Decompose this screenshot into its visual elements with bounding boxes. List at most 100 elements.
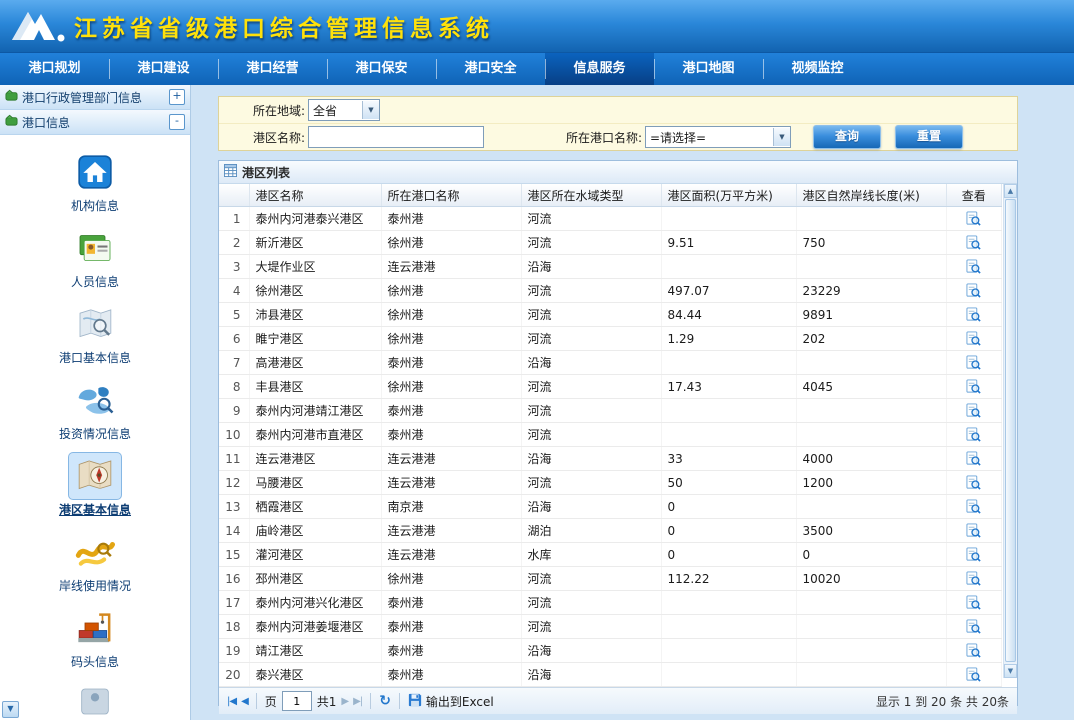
- cell-water-type: 河流: [521, 327, 661, 351]
- scroll-up-icon[interactable]: ▲: [1004, 184, 1017, 198]
- next-page-button[interactable]: ▶: [341, 696, 348, 707]
- nav-tab[interactable]: 港口建设: [109, 53, 218, 85]
- cell-port-name: 徐州港: [381, 279, 521, 303]
- view-record-icon[interactable]: [946, 399, 1002, 423]
- sidebar-item[interactable]: 港区基本信息: [20, 453, 170, 529]
- table-row: 9泰州内河港靖江港区泰州港河流: [219, 399, 1002, 423]
- nav-tab[interactable]: 港口保安: [327, 53, 436, 85]
- column-header[interactable]: [219, 184, 249, 207]
- view-record-icon[interactable]: [946, 231, 1002, 255]
- region-value: 全省: [313, 102, 360, 119]
- sidebar-item[interactable]: 码头信息: [20, 605, 170, 681]
- save-disk-icon: [408, 693, 422, 710]
- view-record-icon[interactable]: [946, 351, 1002, 375]
- view-record-icon[interactable]: [946, 663, 1002, 687]
- column-header[interactable]: 港区自然岸线长度(米): [796, 184, 946, 207]
- port-map-icon: [69, 301, 121, 347]
- app-logo-icon: [8, 7, 72, 48]
- cell-area-size: [661, 615, 796, 639]
- column-header[interactable]: 所在港口名称: [381, 184, 521, 207]
- filter-panel: 所在地域: 全省 ▼ 港区名称: 所在港口名称: =请选择= ▼ 查询 重置: [218, 96, 1018, 151]
- view-record-icon[interactable]: [946, 303, 1002, 327]
- nav-tab[interactable]: 港口经营: [218, 53, 327, 85]
- expand-icon[interactable]: +: [169, 89, 185, 105]
- view-record-icon[interactable]: [946, 327, 1002, 351]
- view-record-icon[interactable]: [946, 639, 1002, 663]
- cell-water-type: 河流: [521, 207, 661, 231]
- view-record-icon[interactable]: [946, 567, 1002, 591]
- refresh-icon[interactable]: ↻: [379, 693, 391, 709]
- sidebar-item[interactable]: 机构信息: [20, 149, 170, 225]
- table-row: 8丰县港区徐州港河流17.434045: [219, 375, 1002, 399]
- sidebar-scroll-down-icon[interactable]: ▼: [2, 701, 19, 718]
- view-record-icon[interactable]: [946, 543, 1002, 567]
- cell-port-name: 徐州港: [381, 231, 521, 255]
- table-row: 4徐州港区徐州港河流497.0723229: [219, 279, 1002, 303]
- view-record-icon[interactable]: [946, 495, 1002, 519]
- table-scrollbar[interactable]: ▲ ▼: [1003, 184, 1017, 678]
- cell-shoreline-length: 9891: [796, 303, 946, 327]
- view-record-icon[interactable]: [946, 255, 1002, 279]
- cell-port-name: 泰州港: [381, 423, 521, 447]
- region-select[interactable]: 全省 ▼: [308, 99, 380, 121]
- sidebar-item-partial[interactable]: [20, 681, 170, 720]
- cell-shoreline-length: [796, 663, 946, 687]
- scrollbar-thumb[interactable]: [1005, 199, 1016, 662]
- sidebar-group-label: 港口行政管理部门信息: [22, 89, 165, 106]
- column-header[interactable]: 港区面积(万平方米): [661, 184, 796, 207]
- reset-button[interactable]: 重置: [895, 125, 963, 149]
- cell-port-name: 徐州港: [381, 375, 521, 399]
- sidebar-group-portinfo[interactable]: 港口信息 -: [0, 110, 190, 135]
- page-number-input[interactable]: [282, 691, 312, 711]
- first-page-button[interactable]: |◀: [227, 696, 236, 707]
- last-page-button[interactable]: ▶|: [353, 696, 362, 707]
- cell-area-name: 泰州内河港市直港区: [249, 423, 381, 447]
- nav-tab[interactable]: 港口安全: [436, 53, 545, 85]
- port-name-select[interactable]: =请选择= ▼: [645, 126, 791, 148]
- data-table: 港区名称所在港口名称港区所在水域类型港区面积(万平方米)港区自然岸线长度(米)查…: [219, 184, 1002, 687]
- cell-shoreline-length: 0: [796, 543, 946, 567]
- scroll-down-icon[interactable]: ▼: [1004, 664, 1017, 678]
- sidebar-item[interactable]: 港口基本信息: [20, 301, 170, 377]
- sidebar-group-admin[interactable]: 港口行政管理部门信息 +: [0, 85, 190, 110]
- view-record-icon[interactable]: [946, 375, 1002, 399]
- cell-port-name: 徐州港: [381, 567, 521, 591]
- cell-area-name: 连云港港区: [249, 447, 381, 471]
- cell-area-size: 0: [661, 519, 796, 543]
- collapse-icon[interactable]: -: [169, 114, 185, 130]
- nav-tab[interactable]: 信息服务: [545, 53, 654, 85]
- column-header[interactable]: 港区所在水域类型: [521, 184, 661, 207]
- sidebar-item[interactable]: 投资情况信息: [20, 377, 170, 453]
- dock-icon: [69, 605, 121, 651]
- nav-tab[interactable]: 港口地图: [654, 53, 763, 85]
- view-record-icon[interactable]: [946, 423, 1002, 447]
- view-record-icon[interactable]: [946, 471, 1002, 495]
- nav-tab[interactable]: 视频监控: [763, 53, 872, 85]
- view-record-icon[interactable]: [946, 615, 1002, 639]
- nav-tabs: 港口规划港口建设港口经营港口保安港口安全信息服务港口地图视频监控: [0, 53, 1074, 85]
- query-button[interactable]: 查询: [813, 125, 881, 149]
- cell-shoreline-length: [796, 615, 946, 639]
- table-row: 17泰州内河港兴化港区泰州港河流: [219, 591, 1002, 615]
- cell-port-name: 连云港港: [381, 519, 521, 543]
- prev-page-button[interactable]: ◀: [241, 696, 248, 707]
- cell-water-type: 水库: [521, 543, 661, 567]
- cell-row-number: 9: [219, 399, 249, 423]
- area-name-input[interactable]: [308, 126, 484, 148]
- cell-water-type: 沿海: [521, 495, 661, 519]
- export-excel-button[interactable]: 输出到Excel: [408, 693, 494, 710]
- nav-tab[interactable]: 港口规划: [0, 53, 109, 85]
- partial-icon: [69, 681, 121, 720]
- view-record-icon[interactable]: [946, 447, 1002, 471]
- view-record-icon[interactable]: [946, 207, 1002, 231]
- app-title: 江苏省省级港口综合管理信息系统: [74, 9, 494, 43]
- sidebar-item-label: 港口基本信息: [59, 349, 131, 366]
- cell-area-name: 靖江港区: [249, 639, 381, 663]
- sidebar-item[interactable]: 岸线使用情况: [20, 529, 170, 605]
- column-header[interactable]: 港区名称: [249, 184, 381, 207]
- view-record-icon[interactable]: [946, 519, 1002, 543]
- sidebar-item[interactable]: 人员信息: [20, 225, 170, 301]
- column-header[interactable]: 查看: [946, 184, 1002, 207]
- view-record-icon[interactable]: [946, 591, 1002, 615]
- view-record-icon[interactable]: [946, 279, 1002, 303]
